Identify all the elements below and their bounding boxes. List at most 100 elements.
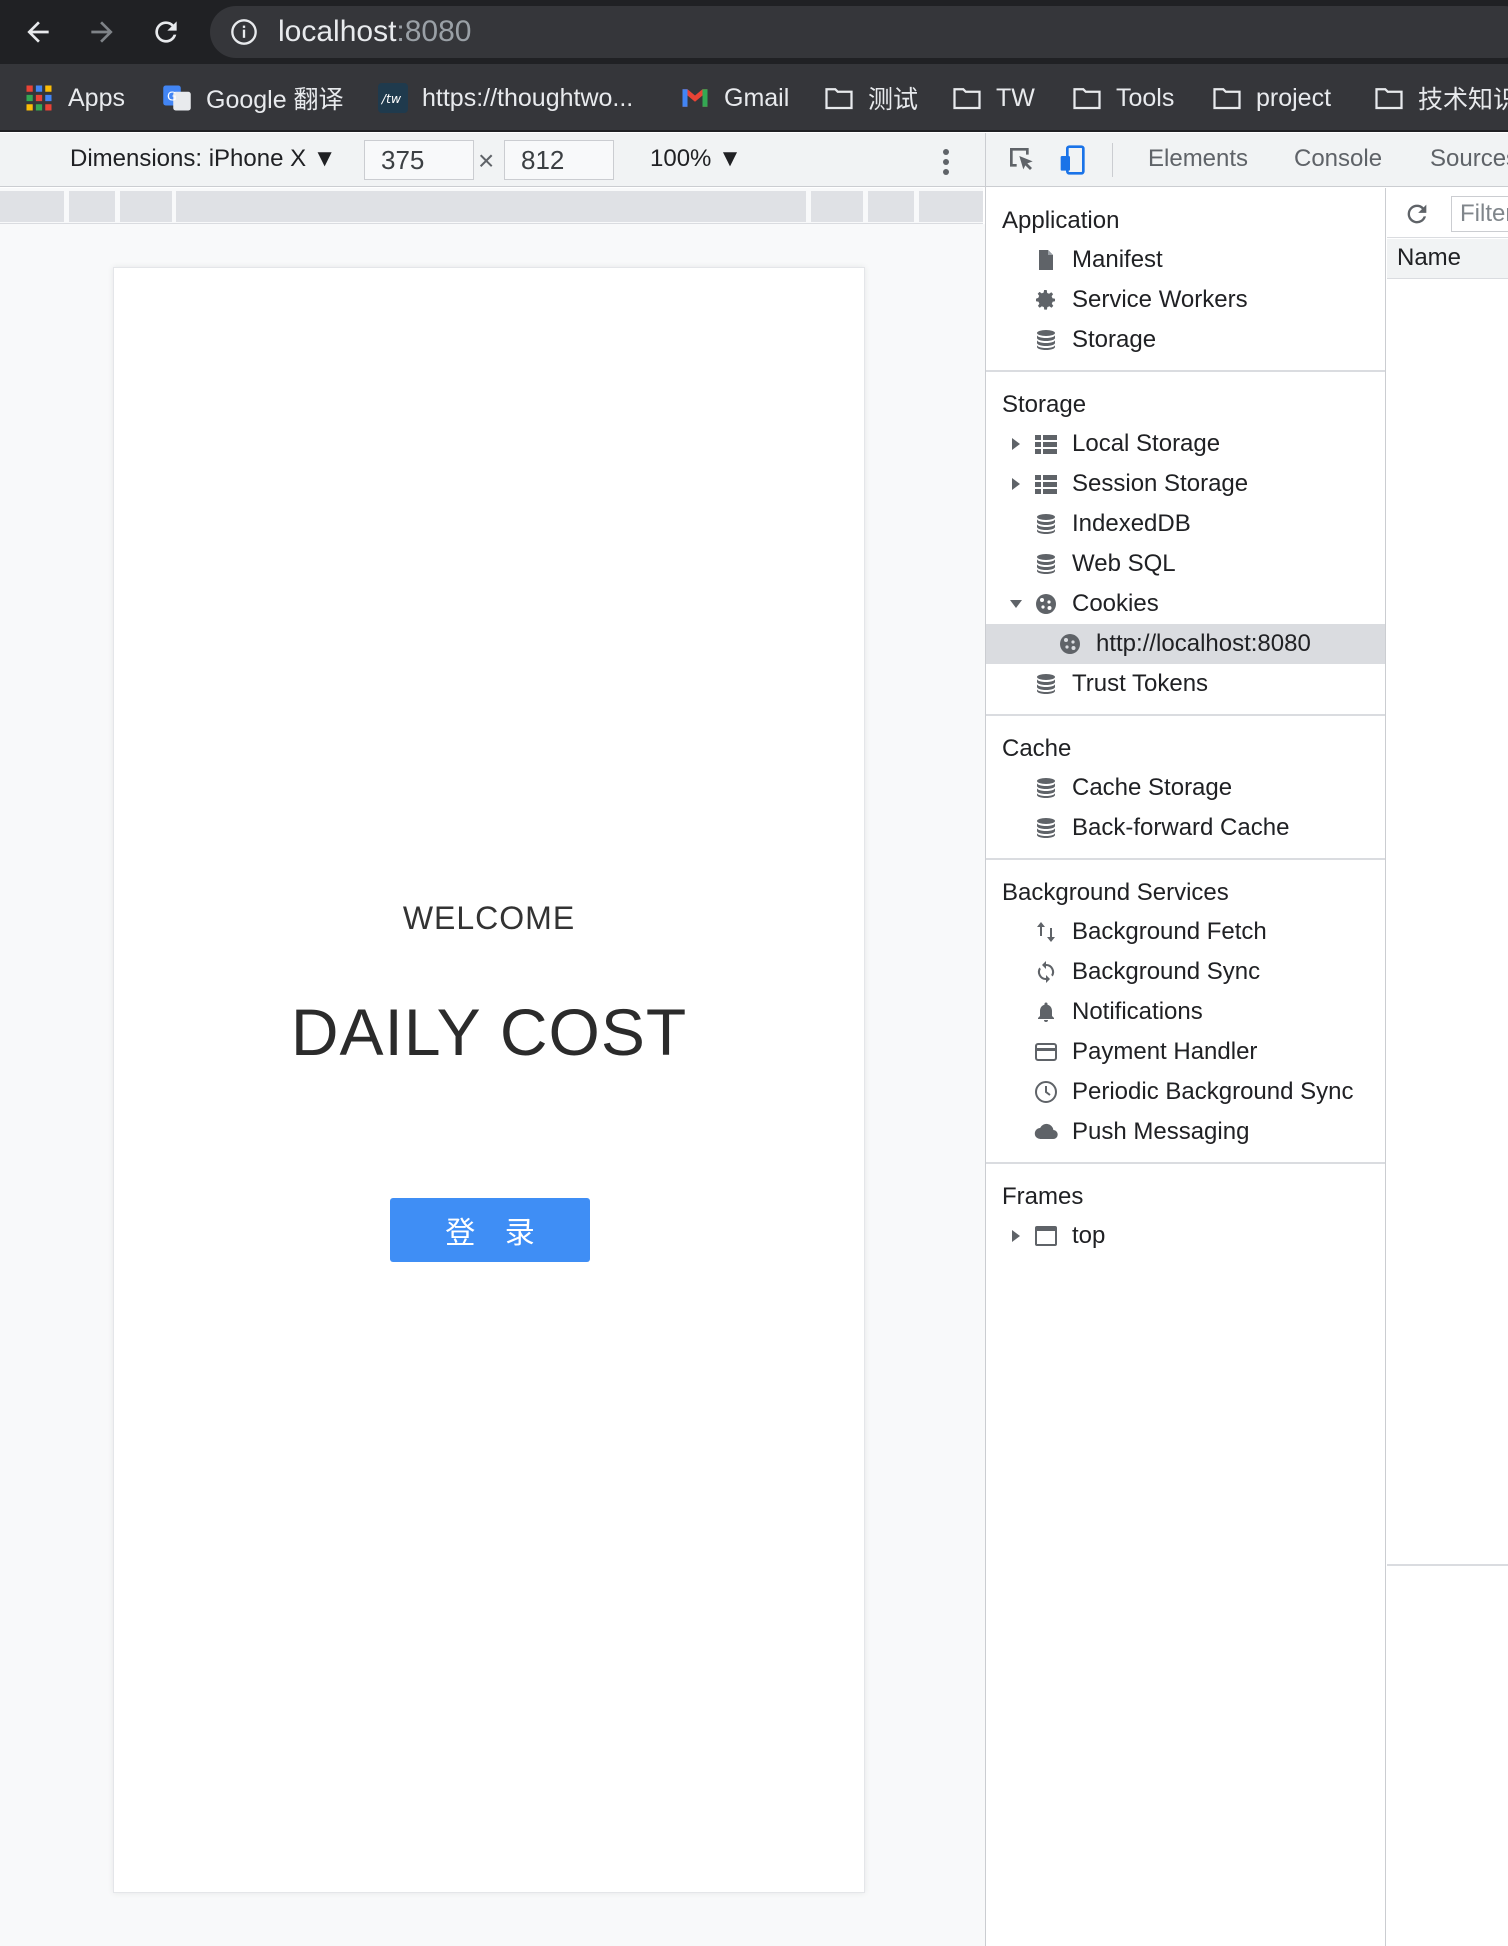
zoom-dropdown[interactable]: 100% ▼ bbox=[650, 145, 742, 173]
info-icon bbox=[231, 19, 257, 45]
document-icon bbox=[1039, 250, 1053, 270]
folder-icon bbox=[1073, 88, 1101, 110]
tab-console[interactable]: Console bbox=[1294, 145, 1382, 173]
bookmark-thoughtworks[interactable]: /tw https://thoughtwo... bbox=[378, 78, 633, 118]
sidebar-item-background-fetch[interactable]: Background Fetch bbox=[986, 912, 1385, 952]
sidebar-item-cookie-origin[interactable]: http://localhost:8080 bbox=[986, 624, 1385, 664]
sidebar-item-notifications[interactable]: Notifications bbox=[986, 992, 1385, 1032]
address-bar[interactable]: localhost:8080 bbox=[210, 6, 1508, 58]
device-viewport: WELCOME DAILY COST 登 录 bbox=[0, 224, 985, 1946]
cloud-icon bbox=[1034, 1123, 1058, 1140]
database-icon bbox=[1037, 330, 1055, 350]
forward-button[interactable] bbox=[80, 10, 124, 54]
sidebar-item-cache-storage[interactable]: Cache Storage bbox=[986, 768, 1385, 808]
ruler-segment[interactable] bbox=[0, 191, 64, 222]
svg-text:G: G bbox=[167, 89, 177, 104]
bookmark-folder-tw[interactable]: TW bbox=[952, 78, 1035, 118]
bookmark-label: https://thoughtwo... bbox=[422, 83, 634, 112]
expand-arrow-icon[interactable] bbox=[1010, 1230, 1022, 1242]
bell-icon bbox=[1038, 1002, 1054, 1022]
sidebar-item-back-forward-cache[interactable]: Back-forward Cache bbox=[986, 808, 1385, 848]
height-input[interactable]: 812 bbox=[504, 140, 614, 180]
refresh-icon[interactable] bbox=[1403, 200, 1431, 228]
bookmark-gmail[interactable]: Gmail bbox=[680, 78, 789, 118]
reload-icon bbox=[155, 21, 177, 43]
devtools-tab-bar: Elements Console Sources bbox=[986, 133, 1508, 187]
database-icon bbox=[1037, 778, 1055, 798]
application-sidebar: Application Manifest Service Workers Sto… bbox=[986, 188, 1386, 1946]
database-icon bbox=[1037, 674, 1055, 694]
tab-sources[interactable]: Sources bbox=[1430, 145, 1508, 173]
sidebar-item-periodic-background-sync[interactable]: Periodic Background Sync bbox=[986, 1072, 1385, 1112]
welcome-text: WELCOME bbox=[402, 900, 576, 936]
sidebar-item-label: Background Fetch bbox=[1072, 918, 1267, 945]
cookie-icon bbox=[1036, 594, 1056, 614]
bookmark-google-translate[interactable]: G Google 翻译 bbox=[162, 78, 344, 118]
sidebar-item-label: Notifications bbox=[1072, 998, 1203, 1025]
back-button[interactable] bbox=[16, 10, 60, 54]
bookmark-label: Gmail bbox=[724, 83, 790, 112]
bookmark-apps[interactable]: Apps bbox=[24, 78, 125, 118]
device-toggle-icon[interactable] bbox=[1058, 144, 1090, 176]
sidebar-item-push-messaging[interactable]: Push Messaging bbox=[986, 1112, 1385, 1152]
sidebar-item-service-workers[interactable]: Service Workers bbox=[986, 280, 1385, 320]
more-options-icon[interactable] bbox=[936, 147, 956, 177]
database-icon bbox=[1037, 554, 1055, 574]
inspect-element-icon[interactable] bbox=[1006, 144, 1038, 176]
section-title: Background Services bbox=[1002, 879, 1229, 906]
section-title: Storage bbox=[1002, 391, 1087, 418]
sidebar-item-storage-overview[interactable]: Storage bbox=[986, 320, 1385, 360]
expand-arrow-icon[interactable] bbox=[1010, 438, 1022, 450]
sidebar-item-session-storage[interactable]: Session Storage bbox=[986, 464, 1385, 504]
sidebar-item-label: Trust Tokens bbox=[1072, 670, 1209, 697]
dropdown-arrow-icon: ▼ bbox=[718, 145, 742, 172]
up-down-arrows-icon bbox=[1037, 922, 1055, 942]
tab-elements[interactable]: Elements bbox=[1148, 145, 1248, 173]
ruler-segment[interactable] bbox=[176, 191, 806, 222]
sidebar-item-web-sql[interactable]: Web SQL bbox=[986, 544, 1385, 584]
cookie-icon bbox=[1060, 634, 1080, 654]
devtools-panel: Elements Console Sources Application Man… bbox=[985, 133, 1508, 1946]
ruler-segment[interactable] bbox=[919, 191, 983, 222]
section-application: Application Manifest Service Workers Sto… bbox=[986, 188, 1385, 372]
sidebar-item-local-storage[interactable]: Local Storage bbox=[986, 424, 1385, 464]
bookmark-folder-project[interactable]: project bbox=[1212, 78, 1331, 118]
bookmark-folder-tech[interactable]: 技术知识 bbox=[1374, 78, 1508, 118]
sidebar-item-payment-handler[interactable]: Payment Handler bbox=[986, 1032, 1385, 1072]
sidebar-item-label: Web SQL bbox=[1072, 550, 1176, 577]
bookmark-label: Google 翻译 bbox=[206, 86, 344, 114]
filter-input[interactable]: Filter bbox=[1451, 196, 1508, 232]
sidebar-item-trust-tokens[interactable]: Trust Tokens bbox=[986, 664, 1385, 704]
table-grid-icon bbox=[1035, 475, 1057, 494]
credit-card-icon bbox=[1035, 1043, 1057, 1061]
frame-window-icon bbox=[1035, 1226, 1057, 1246]
ruler-segment[interactable] bbox=[868, 191, 914, 222]
reload-button[interactable] bbox=[144, 10, 188, 54]
width-input[interactable]: 375 bbox=[364, 140, 474, 180]
login-button[interactable]: 登 录 bbox=[390, 1198, 590, 1262]
table-grid-icon bbox=[1035, 435, 1057, 454]
sidebar-item-label: Storage bbox=[1072, 326, 1157, 353]
collapse-arrow-icon[interactable] bbox=[1010, 598, 1022, 610]
database-icon bbox=[1037, 514, 1055, 534]
section-title: Cache bbox=[1002, 735, 1072, 762]
ruler-segment[interactable] bbox=[69, 191, 115, 222]
sidebar-item-indexeddb[interactable]: IndexedDB bbox=[986, 504, 1385, 544]
device-dimensions-dropdown[interactable]: Dimensions: iPhone X ▼ bbox=[70, 145, 337, 173]
media-query-ruler[interactable] bbox=[0, 188, 983, 224]
sidebar-item-background-sync[interactable]: Background Sync bbox=[986, 952, 1385, 992]
bookmark-folder-test[interactable]: 测试 bbox=[824, 78, 918, 118]
device-toolbar: Dimensions: iPhone X ▼ 375 × 812 100% ▼ bbox=[0, 133, 985, 187]
sidebar-item-cookies[interactable]: Cookies bbox=[986, 584, 1385, 624]
expand-arrow-icon[interactable] bbox=[1010, 478, 1022, 490]
bookmark-folder-tools[interactable]: Tools bbox=[1072, 78, 1174, 118]
bookmark-label: project bbox=[1256, 83, 1332, 112]
ruler-segment[interactable] bbox=[811, 191, 863, 222]
column-header-name[interactable]: Name bbox=[1387, 239, 1508, 279]
sidebar-item-label: Payment Handler bbox=[1072, 1038, 1258, 1065]
sidebar-item-manifest[interactable]: Manifest bbox=[986, 240, 1385, 280]
ruler-segment[interactable] bbox=[120, 191, 172, 222]
panel-divider[interactable] bbox=[1387, 1564, 1508, 1566]
sidebar-item-frame-top[interactable]: top bbox=[986, 1216, 1385, 1256]
cookies-table-panel: Filter Name bbox=[1387, 188, 1508, 1946]
